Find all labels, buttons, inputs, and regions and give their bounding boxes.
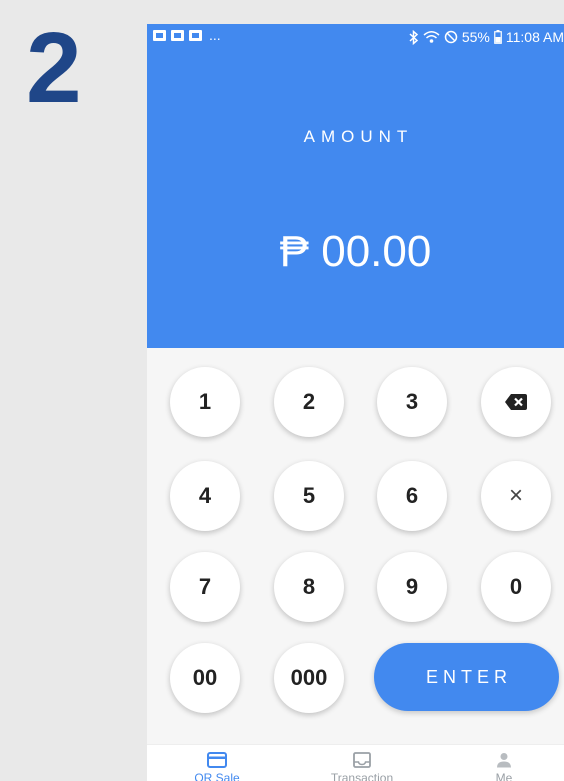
nav-label-qr-sale: QR Sale [194, 771, 240, 781]
amount-header: AMOUNT ₱ 00.00 [147, 52, 564, 348]
nav-qr-sale[interactable]: QR Sale [157, 745, 277, 781]
key-8[interactable]: 8 [274, 552, 344, 622]
clear-key[interactable]: × [481, 461, 551, 531]
key-6[interactable]: 6 [377, 461, 447, 531]
status-bar: ... 55% 11:08 AM [147, 24, 564, 52]
phone-screen: ... 55% 11:08 AM AMOUNT ₱ 00.00 1 2 3 4 … [147, 24, 564, 781]
nav-transaction[interactable]: Transaction [302, 745, 422, 781]
key-9[interactable]: 9 [377, 552, 447, 622]
nav-label-me: Me [495, 771, 513, 781]
flipboard-notif-icon [171, 30, 184, 41]
flipboard-notif-icon [189, 30, 202, 41]
enter-button[interactable]: ENTER [374, 643, 559, 711]
step-number: 2 [26, 12, 82, 124]
backspace-key[interactable] [481, 367, 551, 437]
battery-icon [494, 30, 502, 44]
key-4[interactable]: 4 [170, 461, 240, 531]
nav-me[interactable]: Me [444, 745, 564, 781]
bottom-nav: QR Sale Transaction Me [147, 744, 564, 781]
amount-display: ₱ 00.00 [279, 227, 432, 276]
person-icon [497, 753, 511, 768]
battery-percent: 55% [461, 29, 490, 45]
status-time: 11:08 AM [505, 29, 564, 45]
status-overflow: ... [209, 27, 221, 43]
key-7[interactable]: 7 [170, 552, 240, 622]
key-2[interactable]: 2 [274, 367, 344, 437]
key-0[interactable]: 0 [481, 552, 551, 622]
key-000[interactable]: 000 [274, 643, 344, 713]
wifi-icon [423, 31, 440, 43]
key-00[interactable]: 00 [170, 643, 240, 713]
do-not-disturb-icon [444, 30, 458, 44]
nav-label-transaction: Transaction [330, 771, 394, 781]
image-notif-icon [153, 30, 166, 41]
keypad: 1 2 3 4 5 6 × 7 8 9 0 00 000 ENTER [147, 348, 564, 744]
card-icon [207, 752, 227, 768]
key-5[interactable]: 5 [274, 461, 344, 531]
inbox-icon [353, 752, 371, 768]
amount-label: AMOUNT [303, 127, 414, 146]
key-3[interactable]: 3 [377, 367, 447, 437]
bluetooth-icon [409, 29, 418, 45]
backspace-icon [505, 394, 527, 410]
key-1[interactable]: 1 [170, 367, 240, 437]
